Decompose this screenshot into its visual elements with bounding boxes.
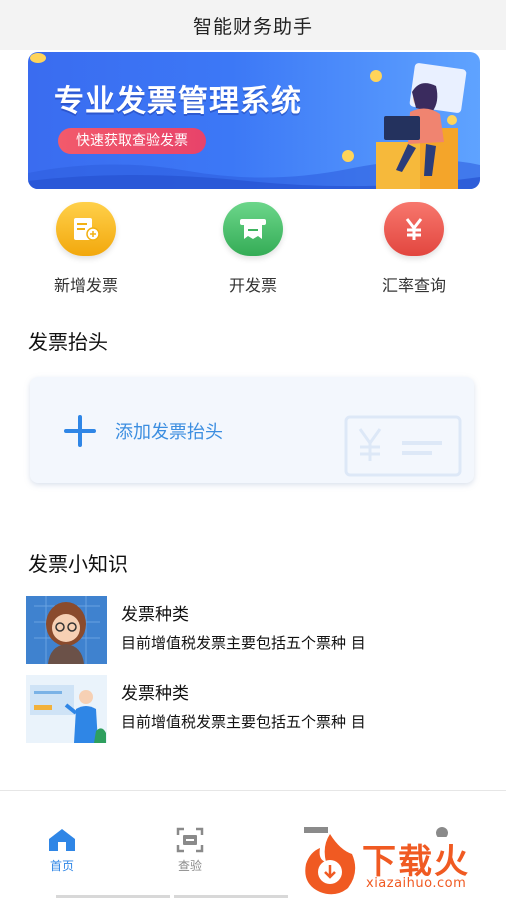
issue-invoice-icon [223, 202, 283, 256]
knowledge-item-title: 发票种类 [121, 684, 189, 704]
knowledge-item-desc: 目前增值税发票主要包括五个票种 目 [121, 713, 366, 731]
quick-action-exchange-rate[interactable]: 汇率查询 [354, 202, 474, 296]
tab-verify[interactable]: 查验 [150, 827, 230, 874]
knowledge-thumbnail [26, 596, 107, 664]
section-title-knowledge: 发票小知识 [28, 552, 128, 576]
new-invoice-icon [56, 202, 116, 256]
add-invoice-header-card[interactable]: 添加发票抬头 [30, 377, 474, 483]
banner-headline: 专业发票管理系统 [54, 84, 302, 119]
quick-action-new-invoice[interactable]: 新增发票 [26, 202, 146, 296]
promo-banner[interactable]: 专业发票管理系统 快速获取查验发票 [28, 52, 480, 189]
knowledge-item-title: 发票种类 [121, 605, 189, 625]
site-watermark: 下载火 xiazaihuo.com [300, 830, 506, 900]
flame-logo-icon [305, 834, 356, 895]
knowledge-item-desc: 目前增值税发票主要包括五个票种 目 [121, 634, 366, 652]
banner-cta-button[interactable]: 快速获取查验发票 [58, 128, 206, 154]
watermark-url: xiazaihuo.com [366, 876, 467, 891]
knowledge-item[interactable]: 发票种类 目前增值税发票主要包括五个票种 目 [26, 675, 486, 745]
knowledge-item[interactable]: 发票种类 目前增值税发票主要包括五个票种 目 [26, 596, 486, 666]
app-title: 智能财务助手 [192, 15, 313, 38]
tab-label: 查验 [177, 859, 202, 873]
tab-indicator [56, 895, 170, 898]
yen-rate-icon [384, 202, 444, 256]
tab-indicator [174, 895, 288, 898]
coin-icon [30, 53, 46, 63]
knowledge-thumbnail [26, 675, 107, 743]
plus-icon [64, 415, 96, 447]
section-title-invoice-header: 发票抬头 [28, 330, 108, 354]
add-invoice-header-label: 添加发票抬头 [115, 422, 223, 443]
quick-action-label: 新增发票 [53, 276, 118, 295]
tab-home[interactable]: 首页 [22, 827, 102, 874]
person-laptop-illustration [342, 63, 467, 189]
quick-actions: 新增发票 开发票 汇率查询 [0, 202, 506, 302]
scan-icon [176, 827, 204, 853]
home-icon [49, 829, 75, 851]
quick-action-issue-invoice[interactable]: 开发票 [193, 202, 313, 296]
tab-label: 首页 [49, 859, 74, 873]
app-header: 智能财务助手 [0, 0, 506, 50]
invoice-watermark-icon [344, 415, 462, 477]
quick-action-label: 开发票 [228, 276, 277, 295]
quick-action-label: 汇率查询 [381, 276, 446, 295]
